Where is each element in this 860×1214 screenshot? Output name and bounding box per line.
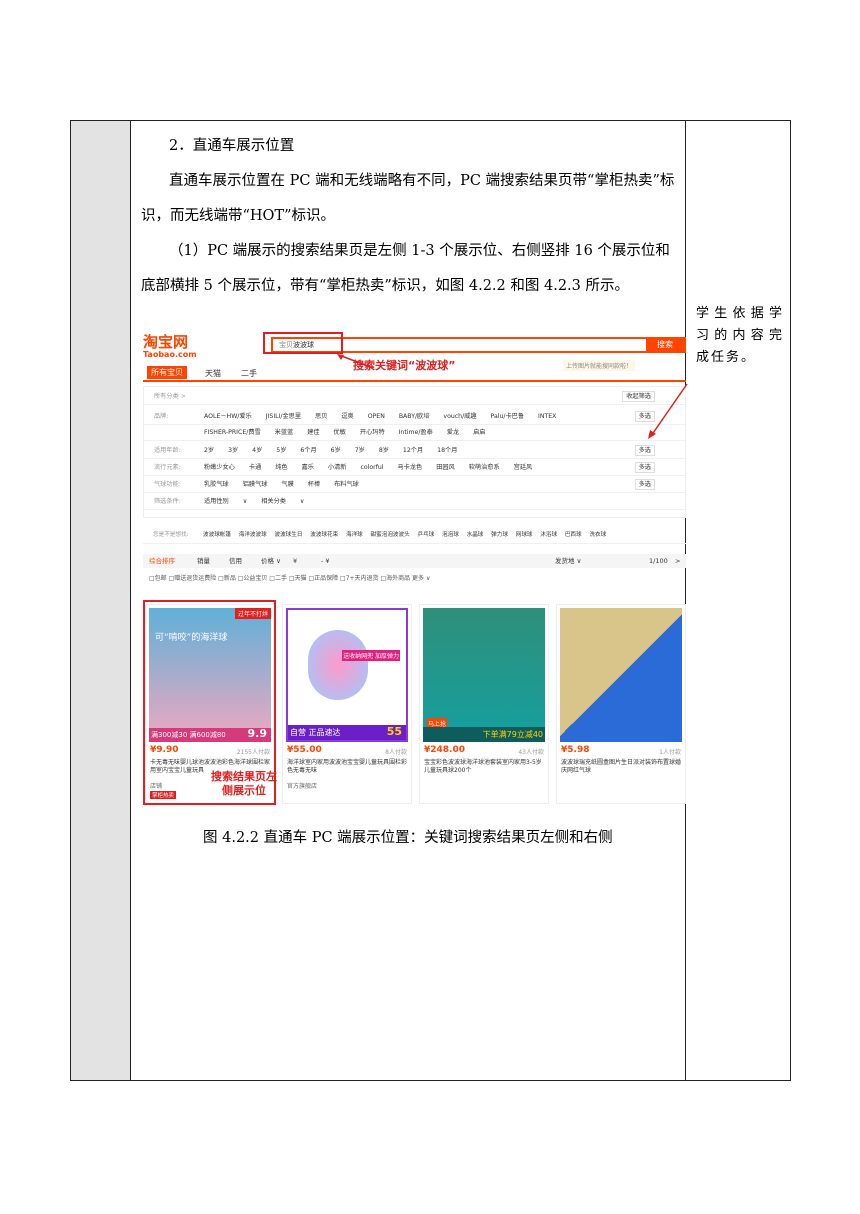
tab-tmall[interactable]: 天猫 [205, 368, 221, 379]
filter-row: 所有分类 > 收起筛选 [144, 389, 685, 405]
price-max[interactable]: - ¥ [321, 554, 330, 568]
price-min[interactable]: ¥ [293, 554, 297, 568]
left-column [71, 121, 131, 1080]
product-image: 马上抢 下单满79立减40 [423, 608, 545, 742]
taobao-screenshot: 淘宝网 Taobao.com 宝贝 波波球 搜索 搜索关键词“波波球” 上传图片就… [143, 330, 686, 805]
product-card[interactable]: 送收纳网兜 加厚弹力 自营 正品速达 55 ¥55.00 8人付款 海洋球室内家用… [282, 604, 412, 804]
sort-price[interactable]: 价格 ∨ [261, 554, 281, 568]
page-indicator: 1/100 [649, 557, 668, 565]
product-card[interactable]: 马上抢 下单满79立减40 ¥248.00 43人付款 宝宝彩色波波球海洋球池套装… [419, 604, 549, 804]
next-page[interactable]: > [675, 554, 680, 568]
paragraph-1: 直通车展示位置在 PC 端和无线端略有不同，PC 端搜索结果页带“掌柜热卖”标识… [141, 173, 675, 224]
options-row[interactable]: □包邮 □赠送退货运费险 □新品 □公益宝贝 □二手 □天猫 □正品保障 □7+… [149, 573, 430, 582]
sort-default[interactable]: 综合排序 [149, 554, 175, 568]
filter-row: 适用年龄: 2岁 3岁 4岁 5岁 6个月 6岁 7岁 8岁 12个月 18个月多… [144, 443, 685, 459]
sort-bar: 综合排序 销量 信用 价格 ∨ ¥ - ¥ 发货地 ∨ 1/100 > [143, 554, 686, 568]
ship-from[interactable]: 发货地 ∨ [555, 554, 581, 568]
sort-credit[interactable]: 信用 [229, 554, 242, 568]
main-content: 2．直通车展示位置 直通车展示位置在 PC 端和无线端略有不同，PC 端搜索结果… [141, 129, 681, 304]
sort-sales[interactable]: 销量 [197, 554, 210, 568]
taobao-logo: 淘宝网 Taobao.com [143, 333, 197, 359]
filter-row: 气球功能: 乳胶气球 铝膜气球 气膜 杯棒 布料气球 多选 [144, 477, 685, 493]
product-card[interactable]: ¥5.98 1人付款 波波球瑞充纸圆盒图片生日派对装饰布置球婚庆网红气球 [556, 604, 686, 804]
search-button[interactable]: 搜索 [646, 339, 684, 351]
filter-panel: 所有分类 > 收起筛选 品牌: AOLE－HW/爱乐 JISILI/金思里 思贝 逗… [143, 386, 686, 518]
left-slot-annotation: 搜索结果页左侧展示位 [211, 770, 277, 797]
product-image [560, 608, 682, 742]
tab-all[interactable]: 所有宝贝 [147, 366, 187, 379]
filter-row: 品牌: AOLE－HW/爱乐 JISILI/金思里 思贝 逗奥 OPEN BABY… [144, 409, 685, 425]
right-column: 学生依据学习的内容完成任务。 [685, 121, 790, 1080]
figure-caption: 图 4.2.2 直通车 PC 端展示位置：关键词搜索结果页左侧和右侧 [203, 830, 613, 846]
paragraph-2: （1）PC 端展示的搜索结果页是左侧 1-3 个展示位、右侧竖排 16 个展示位… [141, 243, 670, 294]
section-heading: 2．直通车展示位置 [169, 138, 295, 154]
result-tabs: 所有宝贝 天猫 二手 [143, 366, 686, 382]
suggest-row: 您是不是想找: 波波球帐篷 海洋波波球 波波球生日 波波球花束 海洋球 甜蜜泡泡波… [143, 528, 686, 544]
right-arrow-icon [648, 383, 688, 439]
side-note: 学生依据学习的内容完成任务。 [696, 306, 784, 365]
filter-row: 筛选条件: 适用性别 ∨ 相关分类 ∨ [144, 494, 685, 510]
search-highlight-box [263, 332, 343, 354]
product-image: 送收纳网兜 加厚弹力 自营 正品速达 55 [286, 608, 408, 742]
filter-row: 流行元素: 粉嫩少女心 卡通 纯色 嘉乐 小清新 colorful 马卡龙色 田园… [144, 460, 685, 476]
filter-row: FISHER-PRICE/费雪 米蓝蓝 建佳 优敏 开心玛特 Intime/盈泰… [144, 425, 685, 441]
tab-secondhand[interactable]: 二手 [241, 368, 257, 379]
